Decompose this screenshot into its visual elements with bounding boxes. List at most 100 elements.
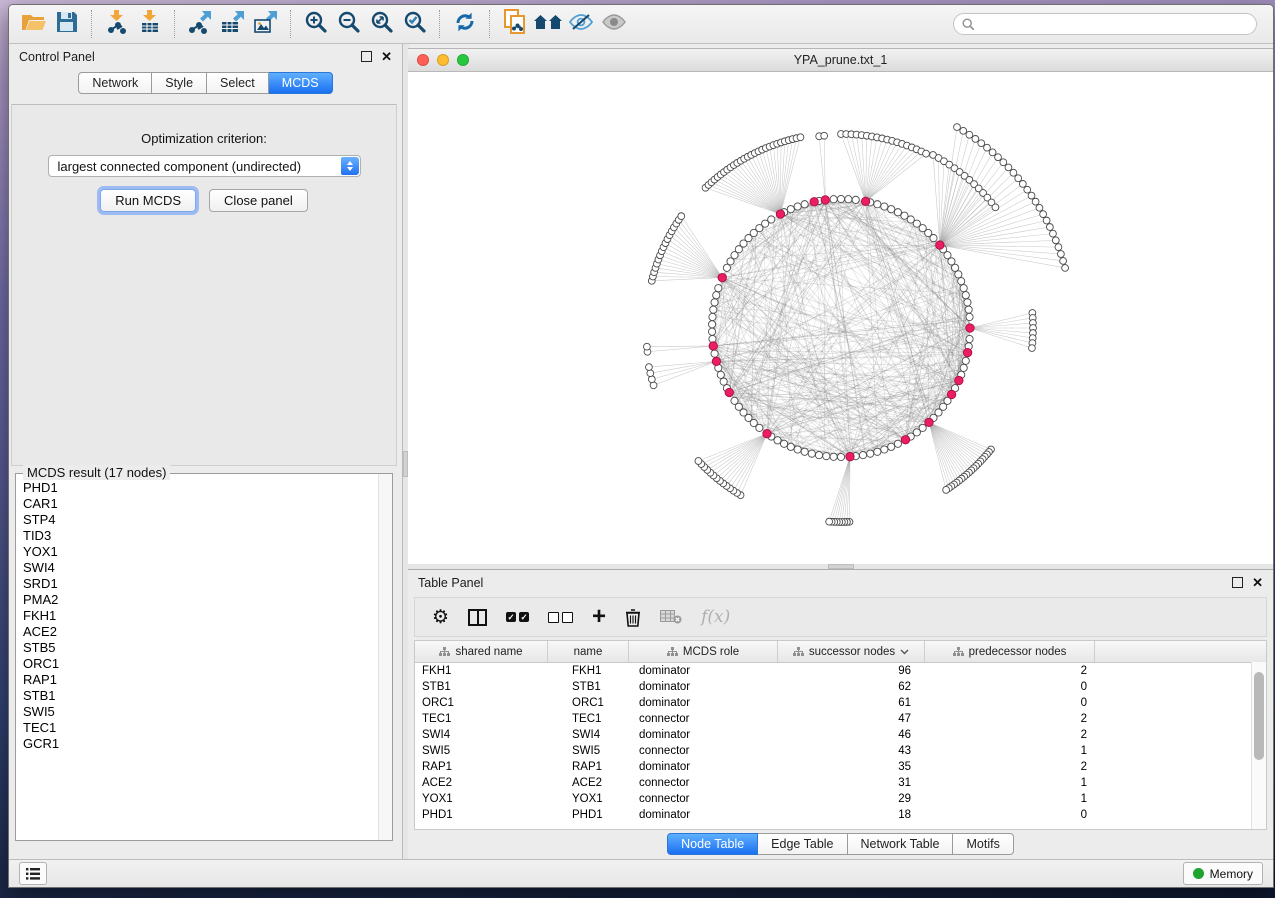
table-cell[interactable]: ACE2: [415, 777, 548, 789]
column-header-successor-nodes[interactable]: successor nodes: [778, 641, 925, 662]
column-header-shared-name[interactable]: shared name: [415, 641, 548, 662]
column-header-MCDS-role[interactable]: MCDS role: [629, 641, 778, 662]
network-canvas[interactable]: [408, 72, 1273, 565]
table-cell[interactable]: FKH1: [548, 665, 629, 677]
column-header-name[interactable]: name: [548, 641, 629, 662]
zoom-selected-button[interactable]: [398, 9, 431, 39]
export-image-button[interactable]: [249, 9, 282, 39]
table-cell[interactable]: TEC1: [548, 713, 629, 725]
table-cell[interactable]: ACE2: [548, 777, 629, 789]
table-cell[interactable]: ORC1: [415, 697, 548, 709]
table-cell[interactable]: 29: [778, 793, 925, 805]
tab-network[interactable]: Network: [78, 72, 152, 94]
table-cell[interactable]: connector: [629, 713, 778, 725]
memory-button[interactable]: Memory: [1183, 862, 1263, 885]
table-cell[interactable]: ORC1: [548, 697, 629, 709]
close-table-panel-icon[interactable]: ✕: [1252, 578, 1263, 588]
table-cell[interactable]: 46: [778, 729, 925, 741]
table-cell[interactable]: dominator: [629, 681, 778, 693]
delete-table-button[interactable]: [660, 610, 682, 624]
table-cell[interactable]: 1: [925, 777, 1095, 789]
hide-selected-button[interactable]: [564, 9, 597, 39]
mcds-result-item[interactable]: CAR1: [23, 496, 392, 512]
add-column-button[interactable]: +: [592, 608, 606, 626]
table-cell[interactable]: PHD1: [415, 809, 548, 821]
table-cell[interactable]: FKH1: [415, 665, 548, 677]
table-scrollbar-thumb[interactable]: [1254, 672, 1264, 760]
new-network-from-selection-button[interactable]: [498, 9, 531, 39]
table-cell[interactable]: dominator: [629, 729, 778, 741]
table-cell[interactable]: 0: [925, 697, 1095, 709]
tab-style[interactable]: Style: [152, 72, 207, 94]
run-mcds-button[interactable]: Run MCDS: [100, 189, 196, 212]
table-tab-motifs[interactable]: Motifs: [953, 833, 1013, 855]
table-cell[interactable]: STB1: [548, 681, 629, 693]
table-tab-network-table[interactable]: Network Table: [848, 833, 954, 855]
mcds-result-item[interactable]: SRD1: [23, 576, 392, 592]
table-cell[interactable]: 1: [925, 793, 1095, 805]
table-cell[interactable]: 43: [778, 745, 925, 757]
table-cell[interactable]: TEC1: [415, 713, 548, 725]
import-table-button[interactable]: [133, 9, 166, 39]
first-neighbors-button[interactable]: [531, 9, 564, 39]
float-table-panel-button[interactable]: [1232, 577, 1243, 588]
table-cell[interactable]: dominator: [629, 665, 778, 677]
mcds-result-item[interactable]: ORC1: [23, 656, 392, 672]
table-cell[interactable]: dominator: [629, 761, 778, 773]
table-cell[interactable]: SWI5: [548, 745, 629, 757]
table-cell[interactable]: 1: [925, 745, 1095, 757]
table-cell[interactable]: connector: [629, 745, 778, 757]
mcds-result-item[interactable]: YOX1: [23, 544, 392, 560]
table-cell[interactable]: connector: [629, 777, 778, 789]
table-tab-edge-table[interactable]: Edge Table: [758, 833, 847, 855]
task-history-button[interactable]: [19, 862, 47, 885]
table-scrollbar[interactable]: [1251, 662, 1266, 829]
table-cell[interactable]: 2: [925, 761, 1095, 773]
table-row[interactable]: FKH1FKH1dominator962: [415, 663, 1266, 679]
tab-mcds[interactable]: MCDS: [269, 72, 333, 94]
save-session-button[interactable]: [50, 9, 83, 39]
refresh-button[interactable]: [448, 9, 481, 39]
table-cell[interactable]: STB1: [415, 681, 548, 693]
table-cell[interactable]: 47: [778, 713, 925, 725]
table-cell[interactable]: 96: [778, 665, 925, 677]
close-panel-button[interactable]: Close panel: [209, 189, 308, 212]
mcds-result-item[interactable]: ACE2: [23, 624, 392, 640]
deselect-all-button[interactable]: [548, 612, 573, 623]
zoom-out-button[interactable]: [332, 9, 365, 39]
mcds-result-item[interactable]: PHD1: [23, 480, 392, 496]
table-cell[interactable]: 61: [778, 697, 925, 709]
table-cell[interactable]: 0: [925, 809, 1095, 821]
table-cell[interactable]: RAP1: [415, 761, 548, 773]
function-builder-button[interactable]: f(x): [701, 607, 730, 627]
table-row[interactable]: STB1STB1dominator620: [415, 679, 1266, 695]
table-cell[interactable]: 2: [925, 665, 1095, 677]
mcds-result-item[interactable]: RAP1: [23, 672, 392, 688]
table-row[interactable]: ORC1ORC1dominator610: [415, 695, 1266, 711]
minimize-window-icon[interactable]: [437, 54, 449, 66]
close-window-icon[interactable]: [417, 54, 429, 66]
table-cell[interactable]: 2: [925, 729, 1095, 741]
table-cell[interactable]: RAP1: [548, 761, 629, 773]
result-list-scrollbar[interactable]: [378, 474, 392, 840]
show-all-button[interactable]: [597, 9, 630, 39]
table-cell[interactable]: PHD1: [548, 809, 629, 821]
table-row[interactable]: SWI5SWI5connector431: [415, 743, 1266, 759]
table-cell[interactable]: 18: [778, 809, 925, 821]
export-network-button[interactable]: [183, 9, 216, 39]
zoom-fit-button[interactable]: [365, 9, 398, 39]
table-row[interactable]: ACE2ACE2connector311: [415, 775, 1266, 791]
optimization-criterion-select[interactable]: largest connected component (undirected): [48, 155, 361, 177]
table-tab-node-table[interactable]: Node Table: [667, 833, 758, 855]
close-panel-icon[interactable]: ✕: [381, 52, 392, 62]
table-cell[interactable]: SWI4: [548, 729, 629, 741]
select-all-button[interactable]: ✓✓: [506, 612, 529, 622]
table-row[interactable]: SWI4SWI4dominator462: [415, 727, 1266, 743]
network-graph[interactable]: [408, 72, 1273, 565]
table-cell[interactable]: 62: [778, 681, 925, 693]
open-session-button[interactable]: [17, 9, 50, 39]
table-cell[interactable]: dominator: [629, 809, 778, 821]
table-cell[interactable]: 2: [925, 713, 1095, 725]
column-header-predecessor-nodes[interactable]: predecessor nodes: [925, 641, 1095, 662]
export-table-button[interactable]: [216, 9, 249, 39]
